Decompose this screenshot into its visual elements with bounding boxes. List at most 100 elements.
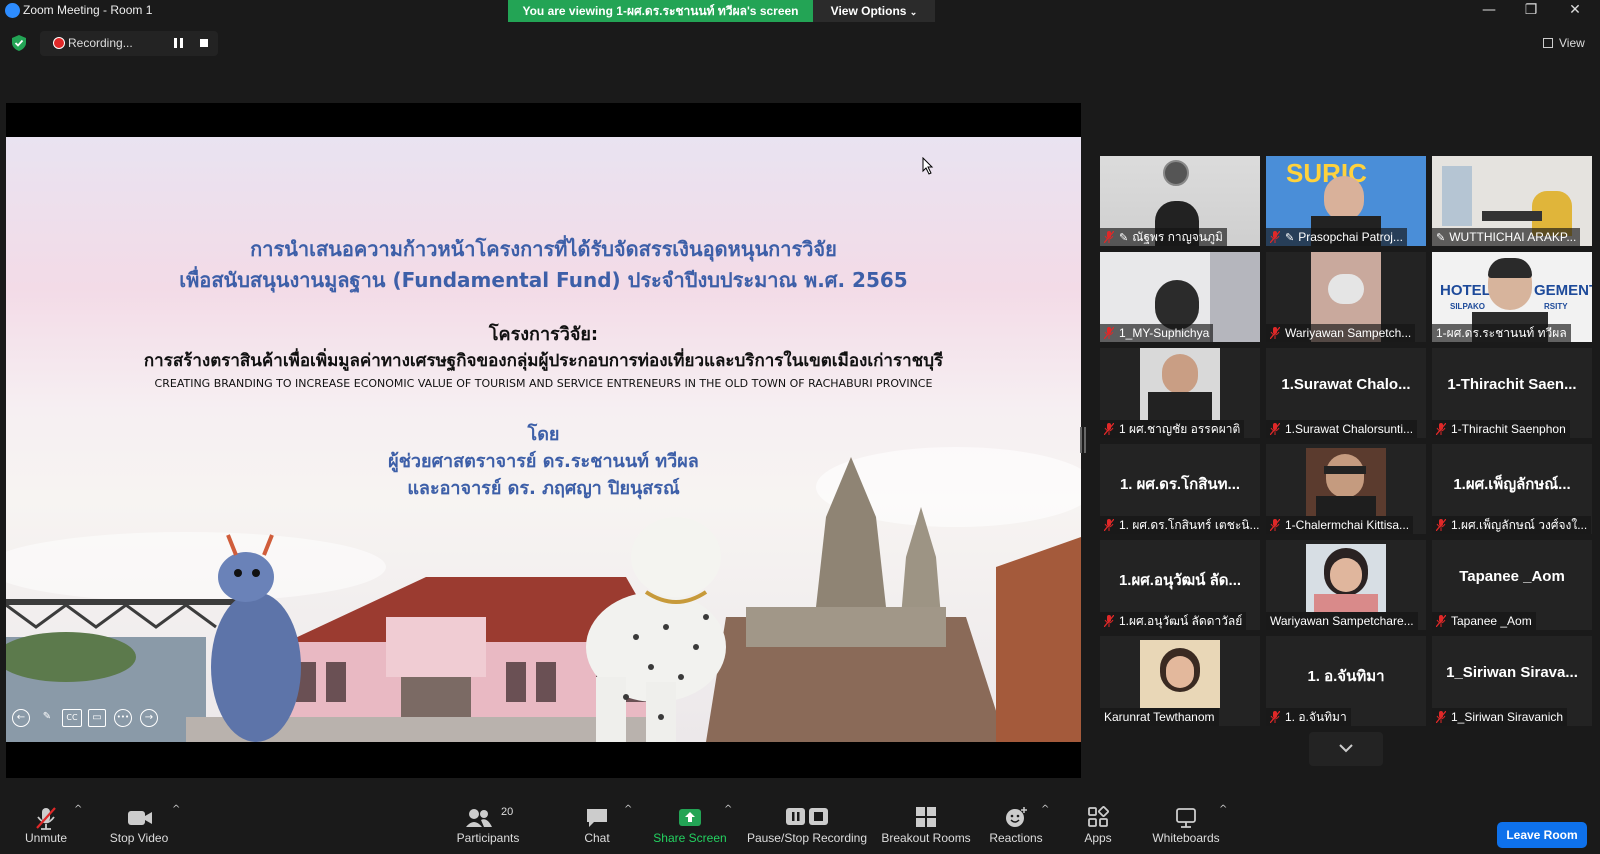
muted-mic-icon: [1436, 615, 1446, 627]
view-options-button[interactable]: View Options ⌄: [813, 0, 935, 22]
breakout-rooms-icon: [916, 807, 936, 827]
participant-display-name: 1.ผศ.อนุวัฒน์ ลัด...: [1118, 572, 1242, 589]
whiteboard-options-caret-icon[interactable]: ^: [1219, 804, 1227, 815]
participant-display-name: 1-Thirachit Saen...: [1447, 376, 1577, 393]
gement-backdrop-text: GEMENT: [1534, 282, 1592, 299]
muted-mic-icon: [1436, 711, 1446, 723]
participant-tile[interactable]: Wariyawan Sampetch...: [1266, 252, 1426, 342]
participant-display-name: Tapanee _Aom: [1459, 568, 1565, 585]
pin-icon: ✎: [1436, 232, 1446, 244]
whiteboards-button[interactable]: Whiteboards: [1148, 804, 1224, 852]
muted-mic-icon: [1270, 519, 1280, 531]
reactions-button[interactable]: Reactions: [986, 804, 1046, 852]
next-page-button[interactable]: [1309, 732, 1383, 766]
participant-tile[interactable]: 1.ผศ.เพ็ญลักษณ์... 1.ผศ.เพ็ญลักษณ์ วงศ์จ…: [1432, 444, 1592, 534]
participant-tile[interactable]: Karunrat Tewthanom: [1100, 636, 1260, 726]
participant-tile[interactable]: Wariyawan Sampetchare...: [1266, 540, 1426, 630]
pen-icon[interactable]: ✎: [38, 709, 56, 727]
chat-options-caret-icon[interactable]: ^: [624, 804, 632, 815]
slide-title-line-2: เพื่อสนับสนุนงานมูลฐาน (Fundamental Fund…: [179, 268, 908, 292]
participant-tile[interactable]: 1_Siriwan Sirava... 1_Siriwan Siravanich: [1432, 636, 1592, 726]
participant-display-name: 1. ผศ.ดร.โกสินท...: [1119, 476, 1241, 493]
apps-button[interactable]: Apps: [1080, 804, 1116, 852]
slide-annotation-bar: ← ✎ CC ▭ ••• →: [10, 707, 162, 731]
pause-stop-recording-label: Pause/Stop Recording: [746, 831, 868, 845]
muted-mic-icon: [1270, 231, 1280, 243]
video-off-icon[interactable]: ▭: [88, 709, 106, 727]
share-screen-icon: [679, 809, 701, 826]
muted-microphone-icon: [36, 807, 56, 830]
participant-tile[interactable]: 1. อ.จันทิมา 1. อ.จันทิมา: [1266, 636, 1426, 726]
breakout-rooms-button[interactable]: Breakout Rooms: [880, 804, 972, 852]
participant-name: 1_Siriwan Siravanich: [1451, 710, 1564, 724]
panel-resize-handle[interactable]: [1080, 427, 1086, 453]
reactions-options-caret-icon[interactable]: ^: [1041, 804, 1049, 815]
shield-icon[interactable]: [12, 35, 26, 51]
participant-name: 1. อ.จันทิมา: [1285, 710, 1347, 724]
chat-button[interactable]: Chat: [570, 804, 624, 852]
more-options-icon[interactable]: •••: [114, 709, 132, 727]
pause-recording-icon[interactable]: [174, 38, 184, 48]
stop-video-button[interactable]: Stop Video: [104, 804, 174, 852]
participant-name: 1 ผศ.ชาญชัย อรรคผาติ: [1119, 422, 1241, 436]
muted-mic-icon: [1104, 231, 1114, 243]
pin-icon: ✎: [1119, 232, 1129, 244]
participant-tile[interactable]: 1-Chalermchai Kittisa...: [1266, 444, 1426, 534]
participant-name-bar: Karunrat Tewthanom: [1100, 708, 1219, 726]
participant-tile[interactable]: Tapanee _Aom Tapanee _Aom: [1432, 540, 1592, 630]
close-button[interactable]: ✕: [1552, 0, 1598, 22]
participant-tile[interactable]: ✎ WUTTHICHAI ARAKP...: [1432, 156, 1592, 246]
slide-by-label: โดย: [527, 424, 560, 445]
grid-view-icon: [1543, 38, 1553, 48]
stop-video-label: Stop Video: [109, 831, 169, 845]
chat-bubble-icon: [587, 809, 607, 827]
whiteboards-label: Whiteboards: [1152, 831, 1220, 845]
participant-tile-active-speaker[interactable]: HOTEL GEMENT SILPAKO RSITY 1-ผศ.ดร.ระชาน…: [1432, 252, 1592, 342]
participant-name-bar: 1. อ.จันทิมา: [1266, 708, 1351, 726]
reactions-label: Reactions: [989, 831, 1043, 845]
video-options-caret-icon[interactable]: ^: [172, 804, 180, 815]
participant-name-bar: ✎ ณัฐพร กาญจนภูมิ: [1100, 228, 1227, 246]
share-options-caret-icon[interactable]: ^: [724, 804, 732, 815]
participant-name-bar: Wariyawan Sampetchare...: [1266, 612, 1418, 630]
participant-tile[interactable]: 1.ผศ.อนุวัฒน์ ลัด... 1.ผศ.อนุวัฒน์ ลัดดา…: [1100, 540, 1260, 630]
participant-tile[interactable]: SURIC ✎ Prasopchai Patroj...: [1266, 156, 1426, 246]
participant-tile[interactable]: 1. ผศ.ดร.โกสินท... 1. ผศ.ดร.โกสินทร์ เตช…: [1100, 444, 1260, 534]
slide-project-title: การสร้างตราสินค้าเพื่อเพิ่มมูลค่าทางเศรษ…: [143, 351, 944, 371]
participant-tile[interactable]: 1_MY-Suphichya: [1100, 252, 1260, 342]
breakout-rooms-label: Breakout Rooms: [881, 831, 971, 845]
muted-mic-icon: [1436, 519, 1446, 531]
stop-recording-icon[interactable]: [200, 39, 208, 47]
participant-tile[interactable]: 1.Surawat Chalo... 1.Surawat Chalorsunti…: [1266, 348, 1426, 438]
apps-icon: [1088, 806, 1109, 827]
unmute-button[interactable]: Unmute: [18, 804, 74, 852]
hotel-backdrop-text: HOTEL: [1440, 282, 1491, 299]
participant-tile[interactable]: 1-Thirachit Saen... 1-Thirachit Saenphon: [1432, 348, 1592, 438]
leave-room-button[interactable]: Leave Room: [1497, 822, 1587, 848]
participants-button[interactable]: 20 Participants: [455, 804, 521, 852]
pause-stop-recording-icon: [786, 808, 828, 825]
participant-name: 1.ผศ.เพ็ญลักษณ์ วงศ์จงใ...: [1451, 518, 1588, 532]
participant-name: Wariyawan Sampetch...: [1285, 326, 1412, 340]
recording-label: Recording...: [68, 36, 133, 50]
participant-name: 1.ผศ.อนุวัฒน์ ลัดดาวัลย์: [1119, 614, 1243, 628]
muted-mic-icon: [1270, 423, 1280, 435]
participant-tile[interactable]: ✎ ณัฐพร กาญจนภูมิ: [1100, 156, 1260, 246]
restore-button[interactable]: ❐: [1508, 0, 1554, 22]
participant-name: Tapanee _Aom: [1451, 614, 1532, 628]
captions-icon[interactable]: CC: [62, 709, 82, 727]
shared-slide: การนำเสนอความก้าวหน้าโครงการที่ได้รับจัด…: [6, 137, 1081, 742]
participant-name: 1-Thirachit Saenphon: [1451, 422, 1566, 436]
pause-stop-recording-button[interactable]: Pause/Stop Recording: [744, 804, 870, 852]
next-slide-icon[interactable]: →: [140, 709, 158, 727]
participant-name: Prasopchai Patroj...: [1298, 230, 1403, 244]
participant-tile[interactable]: 1 ผศ.ชาญชัย อรรคผาติ: [1100, 348, 1260, 438]
previous-slide-icon[interactable]: ←: [12, 709, 30, 727]
muted-mic-icon: [1104, 519, 1114, 531]
participant-name: 1-ผศ.ดร.ระชานนท์ ทวีผล: [1436, 326, 1567, 340]
share-screen-label: Share Screen: [653, 831, 727, 845]
view-button[interactable]: View: [1537, 33, 1589, 53]
audio-options-caret-icon[interactable]: ^: [74, 804, 82, 815]
minimize-button[interactable]: —: [1466, 0, 1512, 22]
share-screen-button[interactable]: Share Screen: [650, 804, 730, 852]
